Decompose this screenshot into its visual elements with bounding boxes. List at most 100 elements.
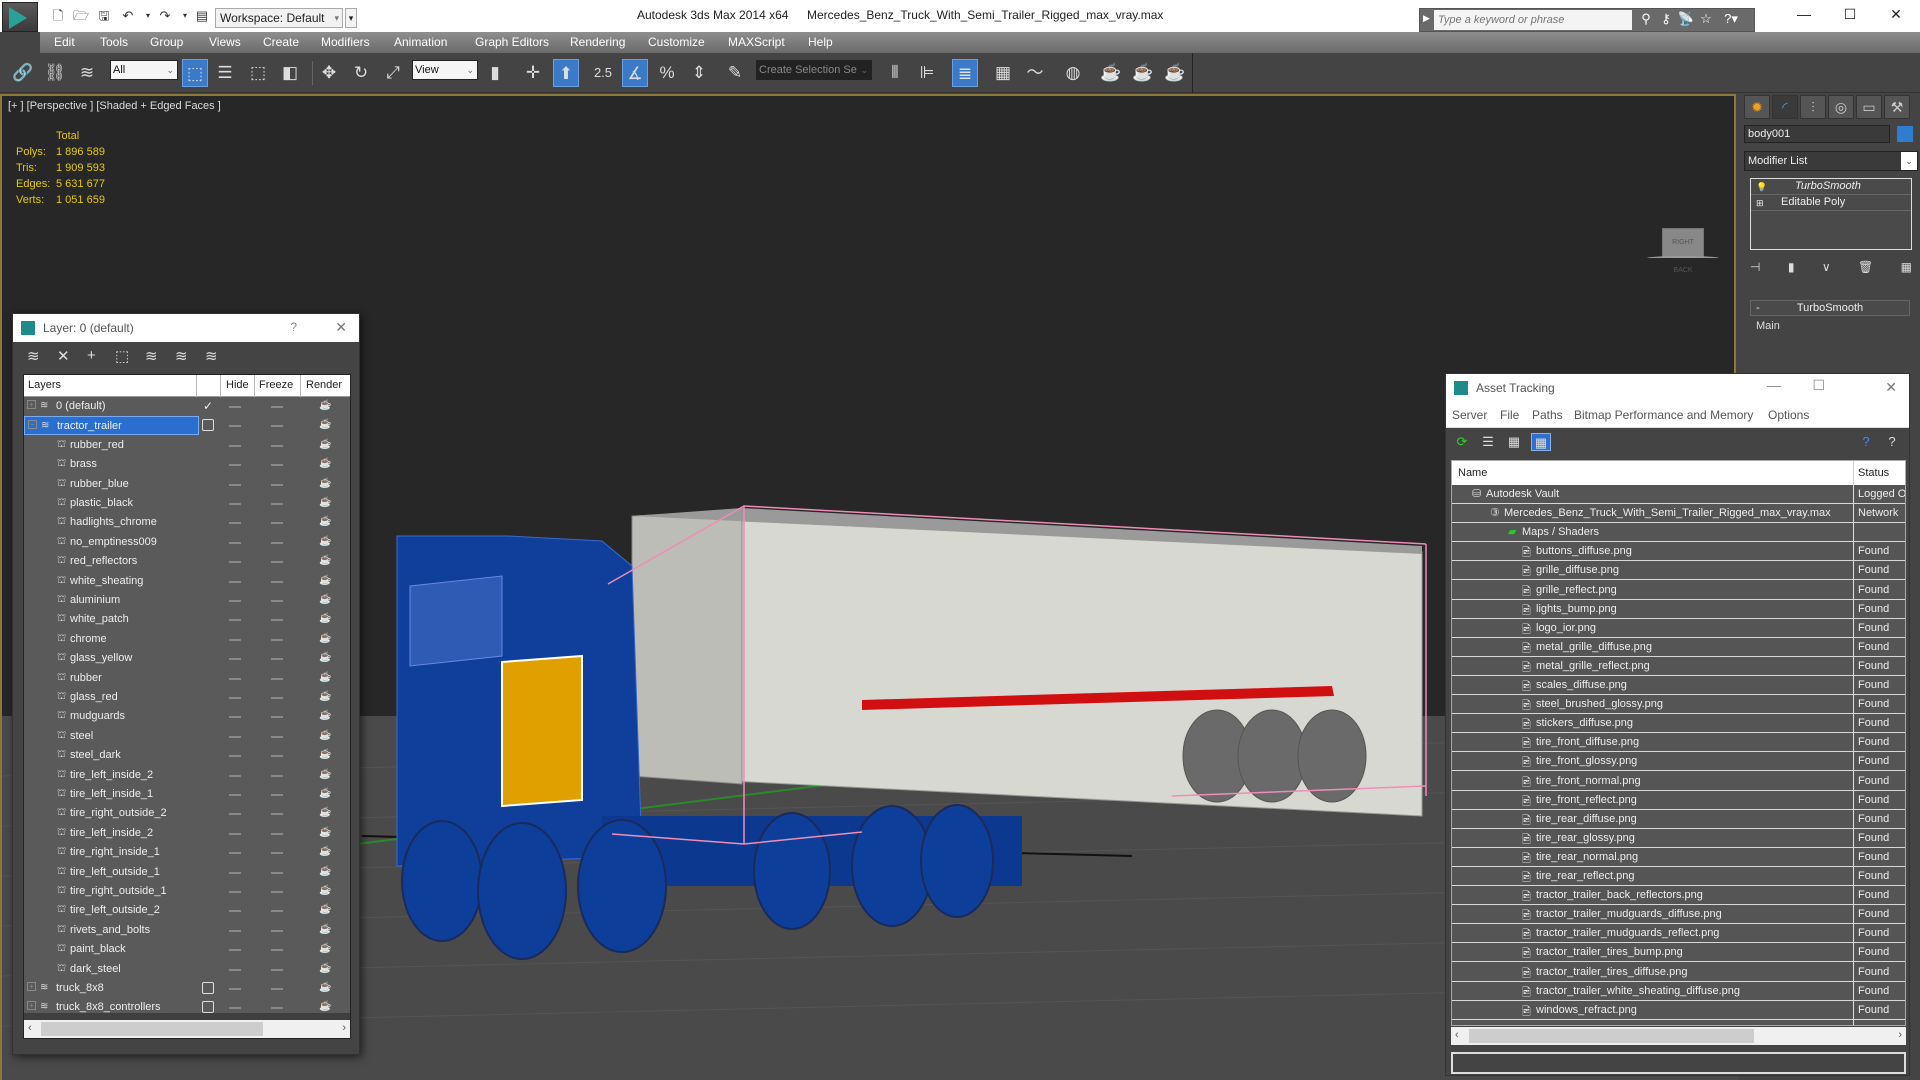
delete-layer-icon[interactable]: ✕ <box>57 347 70 365</box>
row-name-cell[interactable]: − ≋ tractor_trailer <box>24 416 199 436</box>
layer-object-row[interactable]: ⛫ no_emptiness009 ☕ <box>24 533 350 552</box>
freeze-toggle[interactable] <box>271 541 283 544</box>
row-name-cell[interactable]: + ≋ 0 (default) <box>24 397 199 416</box>
hide-toggle[interactable] <box>229 483 241 486</box>
redo-icon[interactable]: ↷ <box>157 8 173 24</box>
rendered-frame-window-icon[interactable]: ☕ <box>1130 59 1156 87</box>
project-folder-icon[interactable]: ▤ <box>194 8 210 24</box>
keyboard-shortcut-override-icon[interactable]: ⬆ <box>553 59 579 87</box>
layer-row[interactable]: + ≋ truck_8x8 ☕ <box>24 979 350 998</box>
menu-modifiers[interactable]: Modifiers <box>321 35 370 49</box>
named-selection-sets-dropdown[interactable]: Create Selection Se ⌄ <box>756 60 872 80</box>
layer-object-row[interactable]: ⛫ mudguards ☕ <box>24 707 350 726</box>
hide-toggle[interactable] <box>229 541 241 544</box>
render-teapot-icon[interactable]: ☕ <box>319 478 331 489</box>
hierarchy-tab-icon[interactable]: ⫶ <box>1800 95 1826 119</box>
row-name-cell[interactable]: ⛫ mudguards <box>24 707 199 726</box>
layer-object-row[interactable]: ⛫ steel ☕ <box>24 727 350 746</box>
layer-object-row[interactable]: ⛫ hadlights_chrome ☕ <box>24 513 350 532</box>
layer-dialog-titlebar[interactable]: Layer: 0 (default) ? ✕ <box>13 314 359 342</box>
render-teapot-icon[interactable]: ☕ <box>319 904 331 915</box>
hide-toggle[interactable] <box>229 406 241 408</box>
freeze-toggle[interactable] <box>271 988 283 990</box>
row-name-cell[interactable]: ⛫ tire_left_outside_2 <box>24 901 199 920</box>
undo-dropdown-icon[interactable]: ▾ <box>140 8 156 24</box>
freeze-toggle[interactable] <box>271 600 283 602</box>
render-teapot-icon[interactable]: ☕ <box>319 885 331 896</box>
asset-row[interactable]: 🖻 tire_front_glossy.png Found <box>1452 752 1905 772</box>
freeze-toggle[interactable] <box>271 891 283 893</box>
layer-object-row[interactable]: ⛫ tire_left_inside_2 ☕ <box>24 766 350 785</box>
layer-object-row[interactable]: ⛫ white_patch ☕ <box>24 610 350 629</box>
scrollbar-thumb[interactable] <box>1469 1029 1754 1043</box>
motion-tab-icon[interactable]: ◎ <box>1828 95 1854 119</box>
bind-to-space-warp-icon[interactable]: ≋ <box>74 59 100 87</box>
turbosmooth-rollout-header[interactable]: - TurboSmooth <box>1750 300 1910 316</box>
asset-row[interactable]: 🖻 metal_grille_diffuse.png Found <box>1452 638 1905 657</box>
freeze-toggle[interactable] <box>271 677 283 680</box>
hide-toggle[interactable] <box>229 794 241 796</box>
hide-toggle[interactable] <box>229 697 241 699</box>
freeze-toggle[interactable] <box>271 968 283 971</box>
menu-customize[interactable]: Customize <box>648 35 705 49</box>
layer-object-row[interactable]: ⛫ steel_dark ☕ <box>24 746 350 765</box>
mirror-icon[interactable]: ⫴ <box>882 59 908 87</box>
hide-toggle[interactable] <box>229 813 241 816</box>
modifier-list-dropdown[interactable]: Modifier List ⌄ <box>1744 151 1918 171</box>
menu-rendering[interactable]: Rendering <box>570 35 625 49</box>
layer-object-row[interactable]: ⛫ tire_right_outside_1 ☕ <box>24 882 350 901</box>
layer-object-row[interactable]: ⛫ dark_steel ☕ <box>24 960 350 979</box>
reference-coordinate-dropdown[interactable]: View ⌄ <box>412 60 478 80</box>
row-name-cell[interactable]: ⛫ tire_left_inside_2 <box>24 766 199 785</box>
freeze-toggle[interactable] <box>271 852 283 855</box>
menu-help[interactable]: Help <box>808 35 833 49</box>
minimize-button[interactable]: — <box>1767 377 1781 393</box>
render-teapot-icon[interactable]: ☕ <box>319 924 331 935</box>
render-teapot-icon[interactable]: ☕ <box>319 827 331 838</box>
scroll-right-icon[interactable]: › <box>1898 1029 1902 1041</box>
layer-row[interactable]: + ≋ 0 (default) ✓ ☕ <box>24 397 350 416</box>
hide-toggle[interactable] <box>229 600 241 602</box>
scroll-right-icon[interactable]: › <box>342 1022 346 1034</box>
hide-toggle[interactable] <box>229 949 241 952</box>
layer-object-row[interactable]: ⛫ red_reflectors ☕ <box>24 552 350 571</box>
row-name-cell[interactable]: + ≋ truck_8x8 <box>24 979 199 998</box>
freeze-toggle[interactable] <box>271 444 283 447</box>
row-name-cell[interactable]: ⛫ white_sheating <box>24 572 199 591</box>
layer-object-row[interactable]: ⛫ tire_left_outside_1 ☕ <box>24 863 350 882</box>
snaps-toggle-icon[interactable]: 2.5 <box>590 59 616 87</box>
workspace-dropdown[interactable]: Workspace: Default ▾ <box>215 8 343 28</box>
layer-object-row[interactable]: ⛫ glass_yellow ☕ <box>24 649 350 668</box>
asset-row[interactable]: 🖻 tractor_trailer_tires_diffuse.png Found <box>1452 963 1905 982</box>
highlight-selected-layers-icon[interactable]: ≋ <box>145 347 158 365</box>
asset-row[interactable]: 🖻 buttons_diffuse.png Found <box>1452 542 1905 562</box>
row-name-cell[interactable]: ⛫ plastic_black <box>24 494 199 513</box>
row-name-cell[interactable]: ⛫ tire_right_outside_2 <box>24 804 199 823</box>
freeze-toggle[interactable] <box>271 580 283 583</box>
freeze-toggle[interactable] <box>271 658 283 661</box>
binoculars-search-icon[interactable]: ⚲ <box>1636 11 1656 27</box>
row-name-cell[interactable]: ⛫ tire_right_inside_1 <box>24 843 199 862</box>
modify-tab-icon[interactable]: ◜ <box>1772 95 1798 119</box>
layer-object-row[interactable]: ⛫ tire_left_outside_2 ☕ <box>24 901 350 920</box>
freeze-toggle[interactable] <box>271 871 283 874</box>
menu-server[interactable]: Server <box>1452 408 1487 422</box>
hide-unhide-all-icon[interactable]: ≋ <box>175 347 188 365</box>
layer-row[interactable]: + ≋ truck_8x8_controllers ☕ <box>24 998 350 1017</box>
row-name-cell[interactable]: ⛫ steel_dark <box>24 746 199 765</box>
render-teapot-icon[interactable]: ☕ <box>319 652 331 663</box>
set-current-layer-box[interactable] <box>202 1001 214 1014</box>
hide-toggle[interactable] <box>229 716 241 719</box>
layer-row[interactable]: − ≋ tractor_trailer ☕ <box>24 416 350 436</box>
freeze-toggle[interactable] <box>271 1007 283 1010</box>
render-teapot-icon[interactable]: ☕ <box>319 400 331 411</box>
refresh-icon[interactable]: ⟳ <box>1452 433 1472 451</box>
row-name-cell[interactable]: ⛫ glass_yellow <box>24 649 199 668</box>
render-teapot-icon[interactable]: ☕ <box>319 807 331 818</box>
freeze-toggle[interactable] <box>271 561 283 564</box>
vault-help-icon[interactable]: ? <box>1856 433 1876 451</box>
set-current-layer-box[interactable] <box>202 419 214 432</box>
asset-row[interactable]: ⛁ Autodesk Vault Logged Out <box>1452 485 1905 504</box>
layer-object-row[interactable]: ⛫ tire_right_outside_2 ☕ <box>24 804 350 823</box>
hide-toggle[interactable] <box>229 425 241 428</box>
